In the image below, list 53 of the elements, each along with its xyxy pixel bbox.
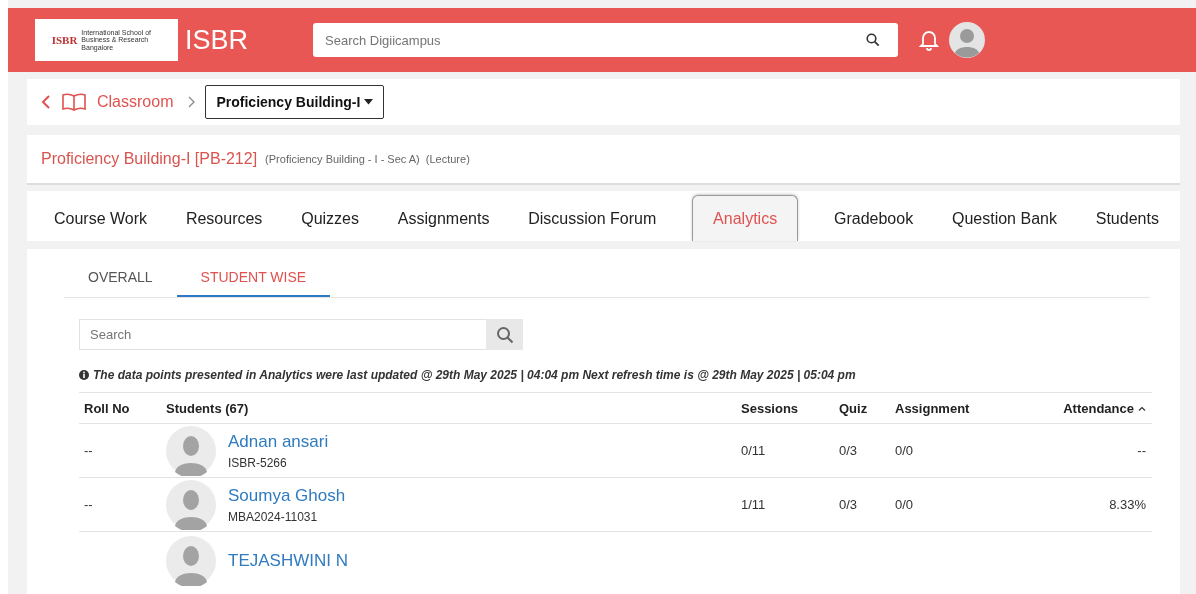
table-cell-text: 0/3 <box>839 497 859 512</box>
student-name-link[interactable]: TEJASHWINI N <box>228 551 348 571</box>
course-tab[interactable]: Course Work <box>51 195 151 241</box>
table-cell-text: 1/11 <box>741 497 767 512</box>
column-header: Quiz <box>839 400 869 416</box>
column-header: Sessions <box>741 400 800 416</box>
back-icon[interactable] <box>41 95 51 109</box>
table-cell: -- <box>84 497 93 512</box>
table-cell-text: 0/0 <box>895 443 915 458</box>
chevron-icon <box>187 96 196 108</box>
avatar-icon <box>166 536 216 586</box>
table-cell-text: 0/11 <box>741 443 767 458</box>
table-cell-text: 0/3 <box>839 443 859 458</box>
view-tab[interactable]: STUDENT WISE <box>176 261 331 297</box>
view-tab[interactable]: OVERALL <box>64 261 177 297</box>
user-avatar-icon[interactable] <box>949 22 985 58</box>
caret-icon <box>364 99 374 105</box>
student-id: ISBR-5266 <box>228 455 288 470</box>
student-name-link[interactable]: Adnan ansari <box>228 431 329 452</box>
table-cell: -- <box>1137 443 1146 458</box>
course-title: Proficiency Building-I [PB-212] <box>41 150 258 168</box>
course-tab[interactable]: Resources <box>182 195 266 241</box>
sort-up-icon <box>1138 405 1146 411</box>
column-header: Students (67) <box>166 400 250 416</box>
course-tab[interactable]: Students <box>1092 195 1162 241</box>
student-id: MBA2024-11031 <box>228 509 319 524</box>
search-button[interactable] <box>486 319 523 350</box>
table-cell: 8.33% <box>1109 497 1146 512</box>
table-cell: -- <box>84 443 93 458</box>
course-tab[interactable]: Analytics <box>692 195 799 241</box>
student-search-field[interactable]: Search <box>79 319 486 350</box>
update-notice: The data points presented in Analytics were last updated @ 29th May 2025 | 04:04 pm Next refresh time is @ 29th May 2025 | 05:04 pm <box>93 368 856 382</box>
column-header: Assignment <box>895 400 971 416</box>
column-header: Roll No <box>83 400 131 416</box>
brand-name: ISBR <box>185 24 250 56</box>
search-icon <box>495 325 514 344</box>
course-tab[interactable]: Discussion Forum <box>525 195 660 241</box>
search-field[interactable]: Search Digiicampus <box>313 23 898 57</box>
search-icon[interactable] <box>866 33 880 47</box>
info-icon <box>79 370 89 380</box>
course-tab[interactable]: Gradebook <box>830 195 917 241</box>
course-tab[interactable]: Assignments <box>394 195 493 241</box>
course-type: (Lecture) <box>425 153 470 165</box>
course-dropdown[interactable]: Proficiency Building-I <box>205 85 385 119</box>
table-cell-text: 0/0 <box>895 497 915 512</box>
book-icon <box>61 93 87 111</box>
classroom-link[interactable]: Classroom <box>97 93 174 111</box>
course-tab[interactable]: Quizzes <box>298 195 362 241</box>
course-tab[interactable]: Question Bank <box>948 195 1060 241</box>
bell-icon[interactable] <box>919 29 939 51</box>
attendance-sort-header[interactable]: Attendance <box>1063 400 1146 416</box>
student-name-link[interactable]: Soumya Ghosh <box>228 485 346 506</box>
course-section: (Proficiency Building - I - Sec A) <box>265 153 420 165</box>
